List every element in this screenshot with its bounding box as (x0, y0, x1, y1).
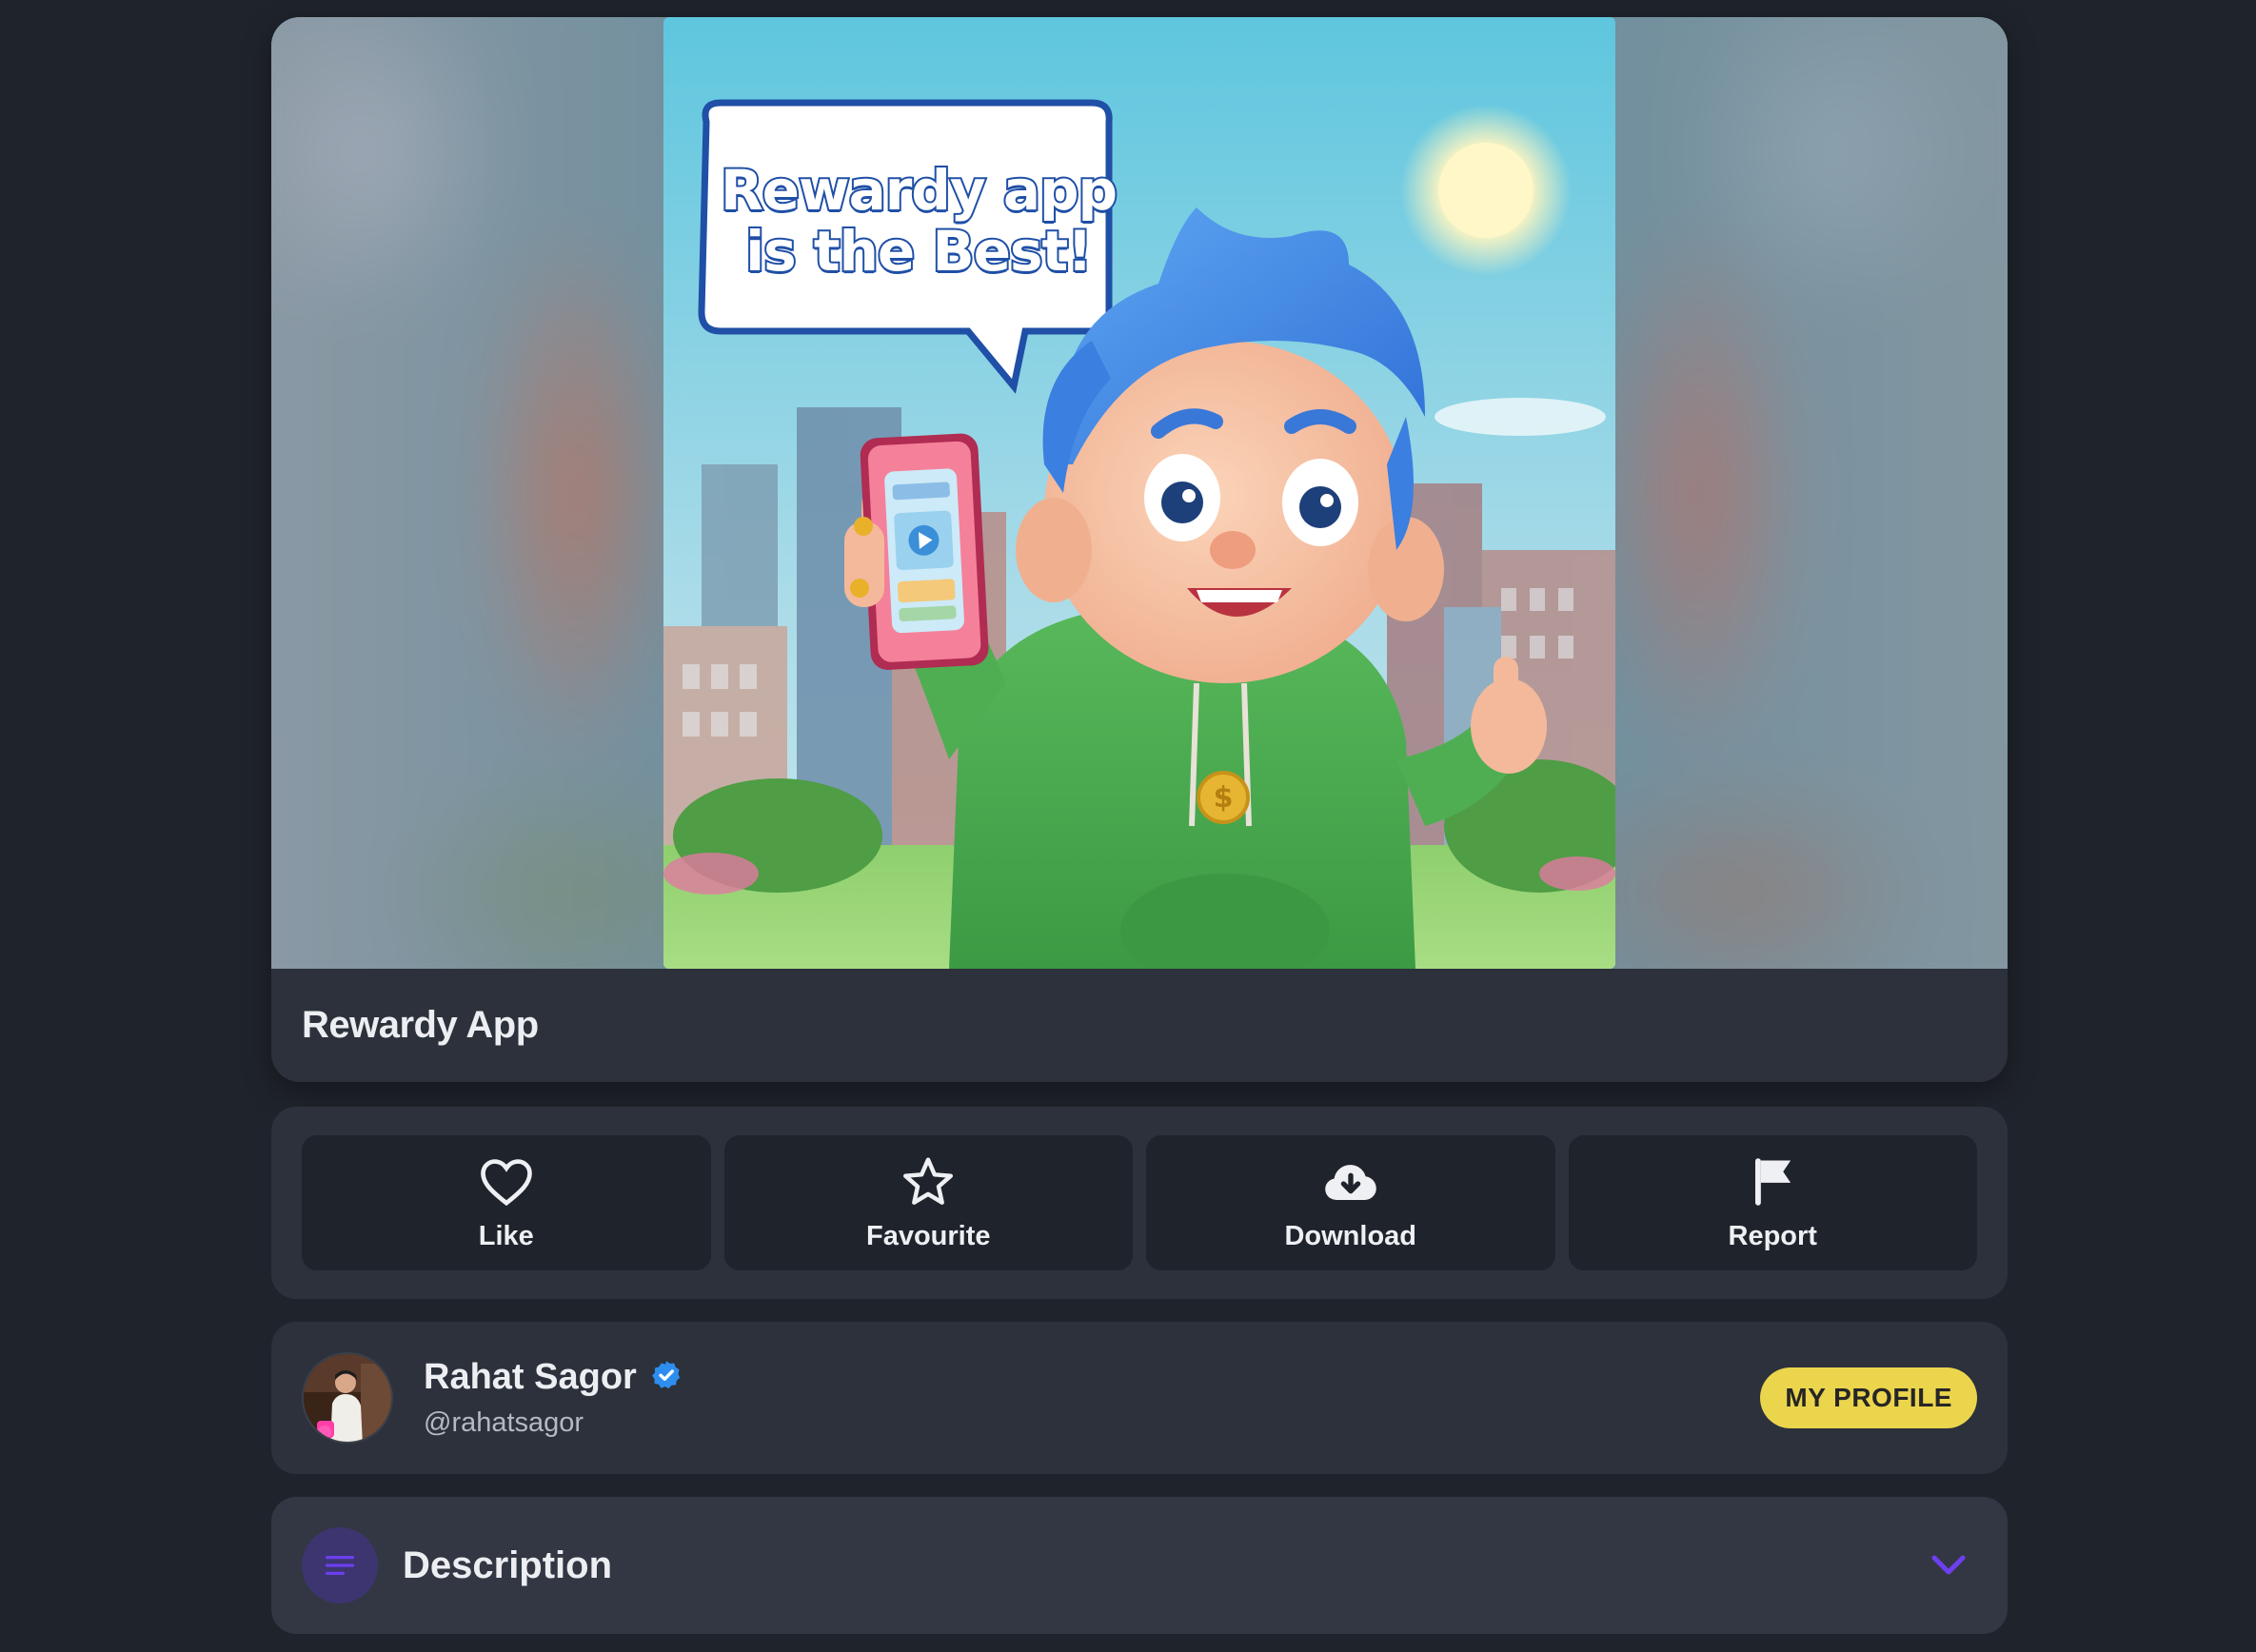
author-card: Rahat Sagor @rahatsagor MY PROFILE (271, 1322, 2008, 1474)
post-view: $ Rewardy app is the Best! Rewardy App L… (271, 17, 2008, 1634)
download-button[interactable]: Download (1146, 1135, 1555, 1270)
description-title: Description (403, 1544, 613, 1586)
report-button[interactable]: Report (1568, 1135, 1977, 1270)
flag-icon (1751, 1154, 1794, 1210)
my-profile-button[interactable]: MY PROFILE (1760, 1367, 1977, 1428)
like-button[interactable]: Like (302, 1135, 711, 1270)
post-image[interactable]: $ Rewardy app is the Best! (663, 17, 1615, 969)
avatar[interactable] (302, 1352, 393, 1444)
like-label: Like (478, 1220, 534, 1251)
post-image-area: $ Rewardy app is the Best! (271, 17, 2008, 969)
heart-icon (480, 1154, 533, 1210)
author-name[interactable]: Rahat Sagor (424, 1357, 637, 1398)
svg-text:$: $ (1214, 781, 1234, 815)
author-info: Rahat Sagor @rahatsagor (424, 1357, 1760, 1439)
post-card: $ Rewardy app is the Best! Rewardy App (271, 17, 2008, 1082)
author-handle: @rahatsagor (424, 1407, 584, 1438)
star-icon (901, 1154, 955, 1210)
verified-badge-icon (650, 1359, 683, 1396)
cloud-download-icon (1323, 1154, 1378, 1210)
favourite-label: Favourite (865, 1220, 991, 1251)
post-title: Rewardy App (302, 1004, 539, 1046)
report-label: Report (1728, 1220, 1817, 1251)
favourite-button[interactable]: Favourite (723, 1135, 1133, 1270)
chevron-down-icon[interactable] (1920, 1537, 1977, 1594)
image-speech-bubble-text: Rewardy app is the Best! (719, 158, 1119, 284)
text-lines-icon (302, 1527, 378, 1603)
download-label: Download (1284, 1220, 1417, 1251)
description-accordion[interactable]: Description (271, 1497, 2008, 1634)
action-bar: Like Favourite Download Report (271, 1107, 2008, 1299)
